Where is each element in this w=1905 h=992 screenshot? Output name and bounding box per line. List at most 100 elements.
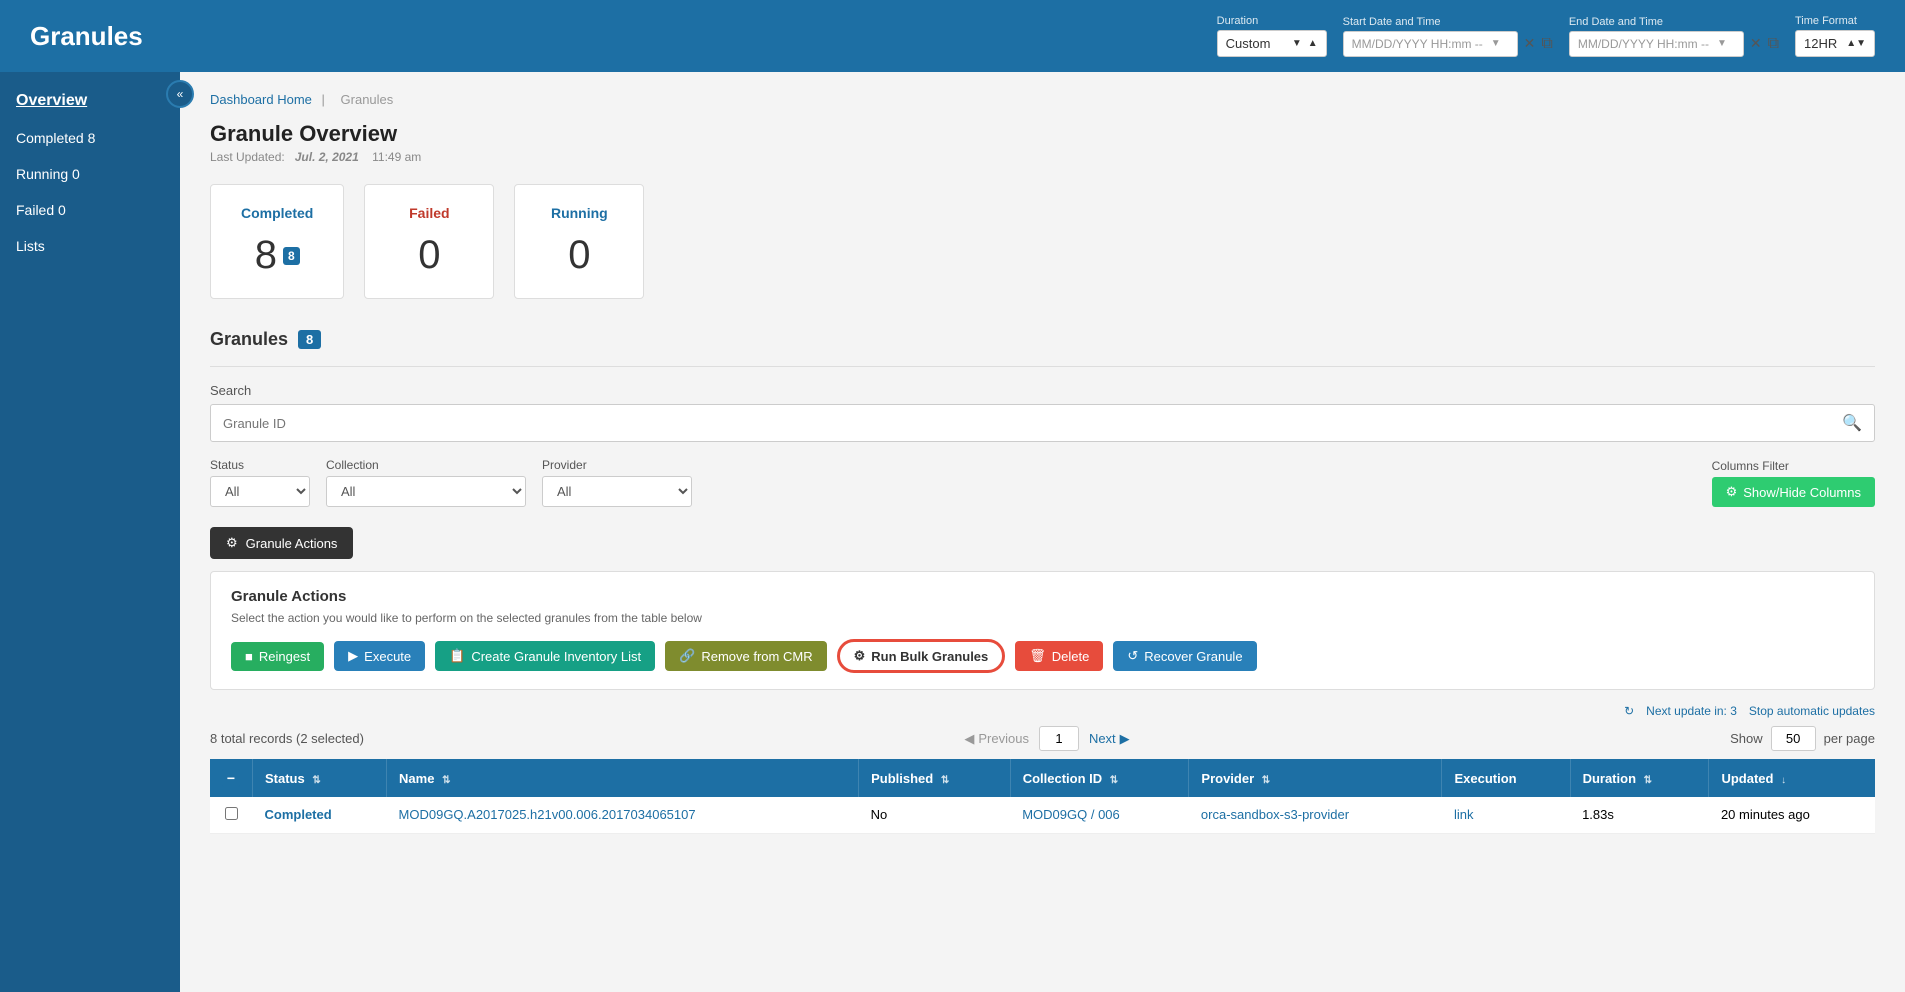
row-collection-id-link[interactable]: MOD09GQ / 006 <box>1022 807 1120 822</box>
clear-end-icon[interactable]: ✕ <box>1748 33 1764 54</box>
collection-filter-select[interactable]: All <box>326 476 526 507</box>
delete-button[interactable]: 🗑 Delete <box>1015 641 1103 671</box>
show-hide-columns-label: Show/Hide Columns <box>1743 485 1861 500</box>
sidebar-item-overview[interactable]: Overview <box>0 82 180 120</box>
row-provider-link[interactable]: orca-sandbox-s3-provider <box>1201 807 1349 822</box>
stat-completed-value: 8 8 <box>241 233 313 278</box>
row-execution-link[interactable]: link <box>1454 807 1474 822</box>
previous-button[interactable]: ◀ Previous <box>964 731 1029 747</box>
provider-filter-group: Provider All <box>542 458 692 507</box>
granule-actions-btn-label: Granule Actions <box>246 536 338 551</box>
duration-select[interactable]: Custom ▼ ▲ <box>1217 30 1327 57</box>
status-filter-select[interactable]: All <box>210 476 310 507</box>
page-subtitle: Last Updated: Jul. 2, 2021 11:49 am <box>210 150 1875 164</box>
execute-button[interactable]: ▶ Execute <box>334 641 425 671</box>
row-provider-cell: orca-sandbox-s3-provider <box>1189 797 1442 834</box>
end-datetime-placeholder: MM/DD/YYYY HH:mm -- <box>1578 37 1709 51</box>
chevron-down-icon: ▼ <box>1717 38 1727 49</box>
delete-icon: 🗑 <box>1029 648 1046 664</box>
run-bulk-icon: ⚙ <box>854 648 866 664</box>
col-name[interactable]: Name ⇅ <box>387 759 859 797</box>
row-checkbox[interactable] <box>225 807 238 820</box>
refresh-icon: ↻ <box>1624 704 1634 718</box>
overview-title: Granule Overview <box>210 121 1875 147</box>
col-provider[interactable]: Provider ⇅ <box>1189 759 1442 797</box>
stat-failed-label: Failed <box>395 205 463 221</box>
granule-actions-button[interactable]: ⚙ Granule Actions <box>210 527 353 559</box>
collection-filter-group: Collection All <box>326 458 526 507</box>
col-status-label: Status <box>265 771 305 786</box>
per-page-input[interactable] <box>1771 726 1816 751</box>
calendar-end-icon[interactable]: ⧉ <box>1768 35 1779 53</box>
stat-completed-badge: 8 <box>283 247 300 265</box>
run-bulk-label: Run Bulk Granules <box>871 649 988 664</box>
col-collection-id[interactable]: Collection ID ⇅ <box>1010 759 1189 797</box>
chevron-down-icon: ▼ <box>1491 38 1501 49</box>
start-datetime-input[interactable]: MM/DD/YYYY HH:mm -- ▼ <box>1343 31 1518 57</box>
reingest-label: Reingest <box>259 649 310 664</box>
provider-filter-select[interactable]: All <box>542 476 692 507</box>
stat-cards: Completed 8 8 Failed 0 Running 0 <box>210 184 1875 299</box>
stat-card-failed: Failed 0 <box>364 184 494 299</box>
sidebar-item-failed[interactable]: Failed 0 <box>0 192 180 228</box>
table-controls: 8 total records (2 selected) ◀ Previous … <box>210 726 1875 751</box>
sidebar-running-label: Running 0 <box>16 166 80 182</box>
select-all-checkbox[interactable]: − <box>222 769 240 787</box>
records-info: 8 total records (2 selected) <box>210 731 364 746</box>
sidebar-lists-label: Lists <box>16 238 45 254</box>
recover-granule-button[interactable]: ↺ Recover Granule <box>1113 641 1256 671</box>
show-label: Show <box>1730 731 1763 746</box>
stop-updates-link[interactable]: Stop automatic updates <box>1749 704 1875 718</box>
clear-start-icon[interactable]: ✕ <box>1522 33 1538 54</box>
action-buttons-row: ■ Reingest ▶ Execute 📋 Create Granule In… <box>231 639 1854 673</box>
name-sort-icon: ⇅ <box>442 775 450 786</box>
provider-sort-icon: ⇅ <box>1262 775 1270 786</box>
search-row: 🔍 <box>210 404 1875 442</box>
calendar-start-icon[interactable]: ⧉ <box>1541 35 1552 53</box>
col-status[interactable]: Status ⇅ <box>253 759 387 797</box>
col-updated[interactable]: Updated ↓ <box>1709 759 1875 797</box>
actions-panel-description: Select the action you would like to perf… <box>231 611 1854 625</box>
page-input[interactable] <box>1039 726 1079 751</box>
col-duration[interactable]: Duration ⇅ <box>1570 759 1709 797</box>
main-layout: « Overview Completed 8 Running 0 Failed … <box>0 72 1905 992</box>
sidebar-failed-label: Failed 0 <box>16 202 66 218</box>
last-updated-date: Jul. 2, 2021 <box>295 150 359 164</box>
sidebar-item-lists[interactable]: Lists <box>0 228 180 264</box>
remove-cmr-button[interactable]: 🔗 Remove from CMR <box>665 641 826 671</box>
top-header: Granules Duration Custom ▼ ▲ Start Date … <box>0 0 1905 72</box>
time-format-select[interactable]: 12HR ▲▼ <box>1795 30 1875 57</box>
col-checkbox: − <box>210 759 253 797</box>
create-inventory-button[interactable]: 📋 Create Granule Inventory List <box>435 641 655 671</box>
granule-actions-panel: Granule Actions Select the action you wo… <box>210 571 1875 690</box>
columns-filter-label: Columns Filter <box>1712 459 1875 473</box>
updated-sort-icon: ↓ <box>1781 775 1786 786</box>
stat-card-completed: Completed 8 8 <box>210 184 344 299</box>
start-datetime-control: Start Date and Time MM/DD/YYYY HH:mm -- … <box>1343 16 1553 57</box>
page-title: Granules <box>30 21 143 52</box>
stat-running-label: Running <box>545 205 613 221</box>
show-row: Show per page <box>1730 726 1875 751</box>
sidebar-collapse-button[interactable]: « <box>166 80 194 108</box>
sidebar-item-running[interactable]: Running 0 <box>0 156 180 192</box>
duration-sort-icon: ⇅ <box>1644 775 1652 786</box>
col-published[interactable]: Published ⇅ <box>859 759 1011 797</box>
sidebar-item-completed[interactable]: Completed 8 <box>0 120 180 156</box>
run-bulk-granules-button[interactable]: ⚙ Run Bulk Granules <box>837 639 1006 673</box>
pagination: ◀ Previous Next ▶ <box>964 726 1129 751</box>
execute-label: Execute <box>364 649 411 664</box>
row-published-cell: No <box>859 797 1011 834</box>
reingest-button[interactable]: ■ Reingest <box>231 642 324 671</box>
row-name-link[interactable]: MOD09GQ.A2017025.h21v00.006.201703406510… <box>399 807 696 822</box>
end-datetime-input[interactable]: MM/DD/YYYY HH:mm -- ▼ <box>1569 31 1744 57</box>
duration-value: Custom <box>1226 36 1271 51</box>
show-hide-columns-button[interactable]: ⚙ Show/Hide Columns <box>1712 477 1875 507</box>
breadcrumb-home[interactable]: Dashboard Home <box>210 92 312 107</box>
chevron-down-icon: ▼ <box>1292 38 1302 49</box>
next-button[interactable]: Next ▶ <box>1089 731 1130 747</box>
search-input[interactable] <box>211 408 1830 439</box>
row-status-link[interactable]: Completed <box>265 807 332 822</box>
published-sort-icon: ⇅ <box>941 775 949 786</box>
remove-cmr-label: Remove from CMR <box>701 649 812 664</box>
search-icon[interactable]: 🔍 <box>1830 405 1874 441</box>
